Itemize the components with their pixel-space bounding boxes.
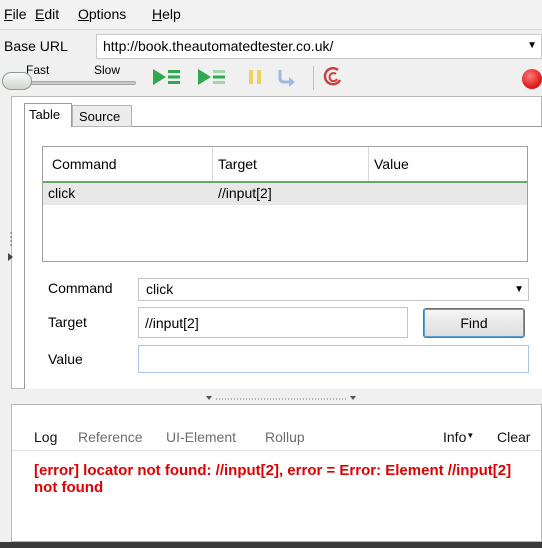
rollup-icon[interactable] [322,64,346,90]
column-divider [368,147,369,181]
chevron-down-icon[interactable]: ▼ [514,284,524,295]
base-url-value: http://book.theautomatedtester.co.uk/ [103,38,334,54]
column-header-target[interactable]: Target [218,156,257,172]
base-url-combobox[interactable]: http://book.theautomatedtester.co.uk/ ▼ [96,34,542,59]
bottom-splitter-handle[interactable] [200,394,364,402]
info-label: Info [443,429,467,445]
window-bottom-edge [0,542,542,548]
value-input[interactable] [138,345,529,373]
tab-ui-element[interactable]: UI-Element [166,429,236,445]
command-combobox[interactable]: click ▼ [138,278,529,301]
value-label: Value [48,351,83,367]
menu-edit[interactable]: Edit [35,6,59,22]
play-all-icon[interactable] [150,64,184,90]
menu-options[interactable]: Options [78,6,126,22]
log-divider [12,450,541,451]
pause-icon[interactable] [244,64,266,90]
tab-rollup[interactable]: Rollup [265,429,305,445]
table-header: Command Target Value [43,147,527,183]
row-command-cell: click [48,185,76,201]
column-header-command[interactable]: Command [52,156,117,172]
speed-slow-label: Slow [94,63,121,77]
menu-help[interactable]: Help [152,6,181,22]
table-row[interactable]: click //input[2] [43,183,527,205]
find-button[interactable]: Find [423,308,525,338]
record-icon[interactable] [522,69,542,89]
base-url-label: Base URL [4,38,68,54]
command-label: Command [48,280,113,296]
speed-slider-handle[interactable] [2,72,32,90]
play-current-icon[interactable] [195,64,229,90]
target-label: Target [48,314,87,330]
menu-file[interactable]: File [4,6,27,22]
toolbar-divider [313,66,314,90]
column-divider [212,147,213,181]
step-icon[interactable] [274,64,298,90]
chevron-down-icon: ▼ [466,431,475,440]
tab-source[interactable]: Source [72,105,132,127]
commands-table: Command Target Value click //input[2] [42,146,528,262]
tab-log[interactable]: Log [34,429,57,445]
left-splitter-handle[interactable] [8,227,14,267]
clear-button[interactable]: Clear [497,429,530,445]
tab-table[interactable]: Table [24,103,72,127]
tab-reference[interactable]: Reference [78,429,143,445]
chevron-down-icon[interactable]: ▼ [527,40,537,51]
target-value: //input[2] [145,315,199,331]
command-value: click [146,281,174,297]
column-header-value[interactable]: Value [374,156,409,172]
info-dropdown[interactable]: Info▼ [443,429,474,445]
menu-bar: File Edit Options Help [0,0,542,30]
row-target-cell: //input[2] [218,185,272,201]
log-error-message: [error] locator not found: //input[2], e… [34,462,512,496]
target-input[interactable]: //input[2] [138,307,408,338]
